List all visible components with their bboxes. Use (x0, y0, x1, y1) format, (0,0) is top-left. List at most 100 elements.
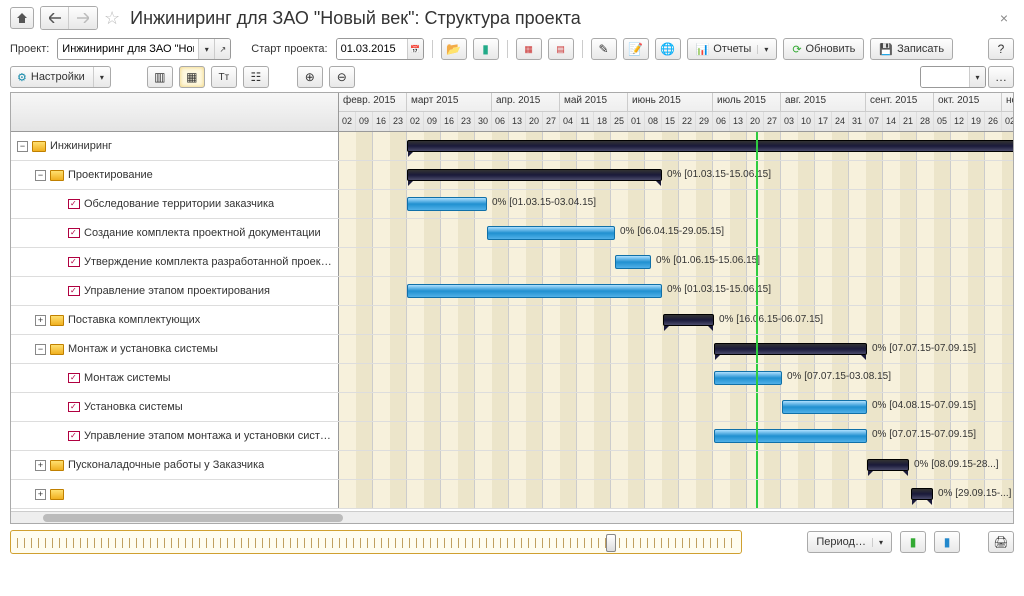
horizontal-scrollbar[interactable] (11, 511, 1013, 523)
task-label[interactable]: Обследование территории заказчика (11, 190, 339, 218)
view-gantt-button[interactable]: ▦ (179, 66, 205, 88)
summary-bar[interactable]: 0% [01.03.15-15.06.15] (407, 169, 662, 181)
dropdown-icon[interactable]: ▾ (198, 39, 214, 59)
month-header: март 2015 (407, 93, 492, 111)
project-combo[interactable]: ▾ ↗ (57, 38, 231, 60)
task-label[interactable]: Управление этапом монтажа и установки си… (11, 422, 339, 450)
back-button[interactable] (41, 7, 69, 29)
red-doc2-button[interactable]: ▤ (548, 38, 574, 60)
summary-bar[interactable]: 0% [29.09.15-...] (911, 488, 933, 500)
task-label[interactable]: Создание комплекта проектной документаци… (11, 219, 339, 247)
gantt-row[interactable]: Создание комплекта проектной документаци… (11, 219, 1013, 248)
gantt-row[interactable]: +Поставка комплектующих 0% [16.06.15-06.0… (11, 306, 1013, 335)
month-header: июнь 2015 (628, 93, 713, 111)
gantt-row[interactable]: Монтаж системы 0% [07.07.15-03.08.15] (11, 364, 1013, 393)
reports-button[interactable]: 📊Отчеты▾ (687, 38, 778, 60)
day-header: 27 (764, 112, 781, 131)
view-tree-button[interactable]: ☷ (243, 66, 269, 88)
task-label[interactable]: Утверждение комплекта разработанной прое… (11, 248, 339, 276)
view-text-button[interactable]: Тт (211, 66, 237, 88)
row-chart (339, 132, 1013, 160)
forward-button[interactable] (69, 7, 97, 29)
gantt-row[interactable]: −Инжиниринг (11, 132, 1013, 161)
gantt-row[interactable]: Управление этапом монтажа и установки си… (11, 422, 1013, 451)
ruler-handle[interactable] (606, 534, 616, 552)
day-header: 03 (781, 112, 798, 131)
task-label[interactable]: −Монтаж и установка системы (11, 335, 339, 363)
task-bar[interactable]: 0% [06.04.15-29.05.15] (487, 226, 615, 240)
right-combo[interactable]: ▾ (920, 66, 986, 88)
gantt-row[interactable]: Утверждение комплекта разработанной прое… (11, 248, 1013, 277)
project-input[interactable] (58, 39, 198, 59)
day-header: 20 (747, 112, 764, 131)
summary-bar[interactable]: 0% [08.09.15-28...] (867, 459, 909, 471)
summary-bar[interactable]: 0% [16.06.15-06.07.15] (663, 314, 714, 326)
calendar-icon[interactable]: 📅 (407, 39, 423, 59)
gantt-row[interactable]: Установка системы 0% [04.08.15-07.09.15] (11, 393, 1013, 422)
start-date-input[interactable] (337, 39, 407, 59)
task-label[interactable]: Управление этапом проектирования (11, 277, 339, 305)
gantt-row[interactable]: −Проектирование 0% [01.03.15-15.06.15] (11, 161, 1013, 190)
close-button[interactable]: × (994, 8, 1014, 28)
day-header: 15 (662, 112, 679, 131)
globe-button[interactable]: 🌐 (655, 38, 681, 60)
today-line (756, 335, 758, 363)
gantt-row[interactable]: Обследование территории заказчика 0% [01.… (11, 190, 1013, 219)
task-label[interactable]: Монтаж системы (11, 364, 339, 392)
day-header: 19 (968, 112, 985, 131)
task-bar[interactable]: 0% [07.07.15-07.09.15] (714, 429, 867, 443)
task-label[interactable]: −Инжиниринг (11, 132, 339, 160)
help-button[interactable]: ? (988, 38, 1014, 60)
home-button[interactable] (10, 7, 34, 29)
task-label[interactable]: + (11, 480, 339, 508)
gantt-row[interactable]: −Монтаж и установка системы 0% [07.07.15-… (11, 335, 1013, 364)
folder-open-button[interactable]: 📂 (441, 38, 467, 60)
month-header: июль 2015 (713, 93, 781, 111)
summary-bar[interactable] (407, 140, 1013, 152)
task-label[interactable]: Установка системы (11, 393, 339, 421)
start-date-combo[interactable]: 📅 (336, 38, 424, 60)
summary-bar[interactable]: 0% [07.07.15-07.09.15] (714, 343, 867, 355)
month-header: февр. 2015 (339, 93, 407, 111)
edit-button[interactable]: ✎ (591, 38, 617, 60)
green-book-button[interactable]: ▮ (473, 38, 499, 60)
expander-icon[interactable]: + (35, 489, 46, 500)
gantt-row[interactable]: +Пусконаладочные работы у Заказчика 0% [0… (11, 451, 1013, 480)
red-doc1-button[interactable]: ▦ (516, 38, 542, 60)
period-button[interactable]: Период…▾ (807, 531, 892, 553)
expander-icon[interactable]: + (35, 315, 46, 326)
expander-icon[interactable]: − (35, 170, 46, 181)
more-button[interactable]: … (988, 66, 1014, 88)
day-header: 18 (594, 112, 611, 131)
legend1-button[interactable]: ▮ (900, 531, 926, 553)
dropdown-icon[interactable]: ▾ (969, 67, 985, 87)
task-label[interactable]: +Поставка комплектующих (11, 306, 339, 334)
task-bar[interactable]: 0% [04.08.15-07.09.15] (782, 400, 867, 414)
refresh-button[interactable]: ⟳Обновить (783, 38, 864, 60)
task-bar[interactable]: 0% [01.06.15-15.06.15] (615, 255, 651, 269)
task-bar[interactable]: 0% [01.03.15-03.04.15] (407, 197, 487, 211)
task-label[interactable]: +Пусконаладочные работы у Заказчика (11, 451, 339, 479)
view-list-button[interactable]: ▥ (147, 66, 173, 88)
settings-button[interactable]: ⚙Настройки▾ (10, 66, 111, 88)
print-button[interactable]: 🖨 (988, 531, 1014, 553)
task-icon (68, 402, 80, 412)
task-label[interactable]: −Проектирование (11, 161, 339, 189)
edit-doc-button[interactable]: 📝 (623, 38, 649, 60)
gantt-row[interactable]: +0% [29.09.15-...] (11, 480, 1013, 509)
star-icon[interactable]: ☆ (104, 8, 120, 29)
expander-icon[interactable]: + (35, 460, 46, 471)
save-button[interactable]: 💾Записать (870, 38, 953, 60)
gantt-row[interactable]: Управление этапом проектирования 0% [01.0… (11, 277, 1013, 306)
zoom-ruler[interactable] (10, 530, 742, 554)
task-name: Монтаж системы (84, 372, 171, 384)
task-bar[interactable]: 0% [07.07.15-03.08.15] (714, 371, 782, 385)
day-header: 13 (730, 112, 747, 131)
legend2-button[interactable]: ▮ (934, 531, 960, 553)
task-bar[interactable]: 0% [01.03.15-15.06.15] (407, 284, 662, 298)
open-icon[interactable]: ↗ (214, 39, 230, 59)
expander-icon[interactable]: − (35, 344, 46, 355)
zoom-in-button[interactable]: ⊕ (297, 66, 323, 88)
zoom-out-button[interactable]: ⊖ (329, 66, 355, 88)
expander-icon[interactable]: − (17, 141, 28, 152)
